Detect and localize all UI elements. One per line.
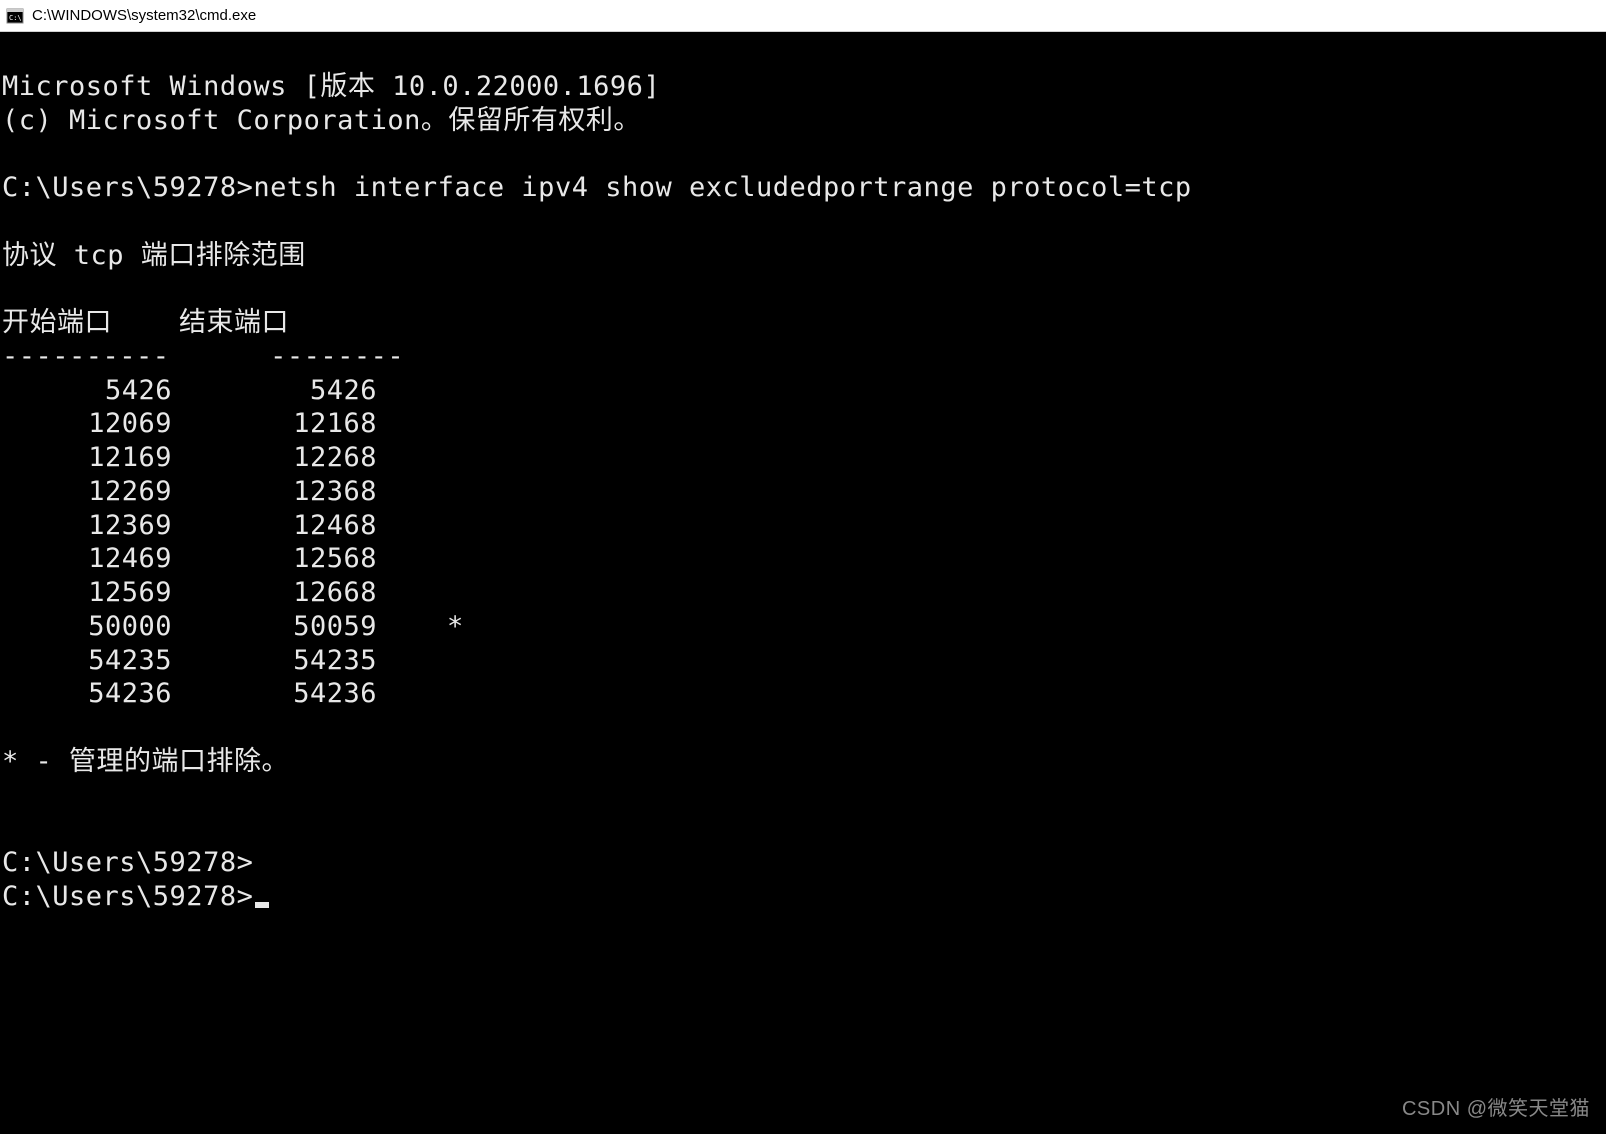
port-end: 12168 [172,407,377,441]
port-start: 54236 [2,677,172,711]
port-start: 54235 [2,644,172,678]
svg-text:C:\: C:\ [9,14,22,22]
terminal-output[interactable]: Microsoft Windows [版本 10.0.22000.1696] (… [0,32,1606,1134]
window-title: C:\WINDOWS\system32\cmd.exe [32,7,256,24]
port-start: 12369 [2,509,172,543]
port-end: 12368 [172,475,377,509]
port-end: 5426 [172,374,377,408]
title-bar[interactable]: C:\ C:\WINDOWS\system32\cmd.exe [0,0,1606,32]
port-end: 12668 [172,576,377,610]
port-end: 12468 [172,509,377,543]
footnote: * - 管理的端口排除。 [2,746,289,777]
prompt: C:\Users\59278> [2,172,253,203]
port-end: 12268 [172,441,377,475]
cmd-window: C:\ C:\WINDOWS\system32\cmd.exe Microsof… [0,0,1606,1134]
column-header-start: 开始端口 [2,307,112,338]
port-start: 12169 [2,441,172,475]
prompt: C:\Users\59278> [2,847,253,878]
section-title: 协议 tcp 端口排除范围 [2,240,306,271]
os-version-line: Microsoft Windows [版本 10.0.22000.1696] [2,71,660,102]
copyright-line: (c) Microsoft Corporation。保留所有权利。 [2,105,641,136]
port-start: 50000 [2,610,172,644]
command-text: netsh interface ipv4 show excludedportra… [253,172,1191,203]
port-start: 12569 [2,576,172,610]
port-start: 12269 [2,475,172,509]
port-start: 5426 [2,374,172,408]
port-range-rows: 54265426 1206912168 1216912268 122691236… [2,374,1604,712]
port-end: 54236 [172,677,377,711]
port-end: 50059 [172,610,377,644]
port-end: 54235 [172,644,377,678]
column-header-end: 结束端口 [179,307,289,338]
watermark: CSDN @微笑天堂猫 [1402,1097,1590,1122]
port-start: 12069 [2,407,172,441]
port-mark: * [377,610,482,644]
prompt: C:\Users\59278> [2,881,253,912]
port-start: 12469 [2,542,172,576]
divider: ---------- [2,341,170,372]
port-end: 12568 [172,542,377,576]
cursor [255,902,269,908]
cmd-icon: C:\ [6,7,24,25]
divider: -------- [270,341,404,372]
